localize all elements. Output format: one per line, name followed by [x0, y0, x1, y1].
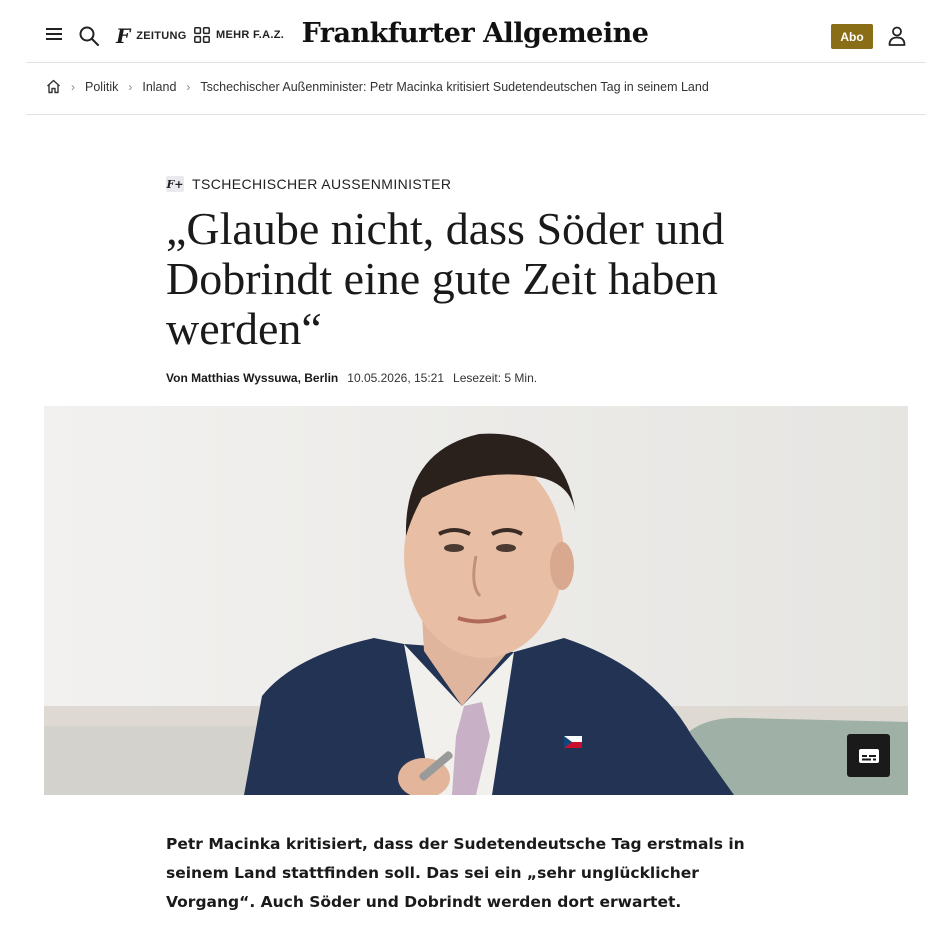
breadcrumb-politik[interactable]: Politik [85, 80, 118, 94]
article-teaser: Petr Macinka kritisiert, dass der Sudete… [166, 835, 745, 911]
header-divider [26, 62, 926, 63]
kicker-text: TSCHECHISCHER AUSSENMINISTER [192, 176, 452, 192]
article-meta: Von Matthias Wyssuwa, Berlin 10.05.2026,… [166, 371, 537, 385]
article-headline: „Glaube nicht, dass Söder und Dobrindt e… [166, 203, 725, 354]
chevron-right-icon: › [186, 79, 191, 94]
top-bar: F ZEITUNG MEHR F.A.Z. Frankfurter Allgem… [0, 0, 950, 62]
article-kicker: F+ TSCHECHISCHER AUSSENMINISTER [166, 176, 451, 192]
breadcrumb: › Politik › Inland › Tschechischer Außen… [46, 79, 709, 94]
chevron-right-icon: › [128, 79, 133, 94]
breadcrumb-inland[interactable]: Inland [142, 80, 176, 94]
caption-toggle-button[interactable] [847, 734, 890, 777]
faz-plus-badge: F+ [166, 176, 184, 192]
article-photo [44, 406, 908, 795]
publish-date: 10.05.2026, 15:21 [347, 371, 445, 385]
breadcrumb-divider [26, 114, 926, 115]
portrait-illustration [44, 406, 908, 795]
faz-logo[interactable]: Frankfurter Allgemeine [0, 18, 950, 49]
reading-time: Lesezeit: 5 Min. [453, 371, 538, 385]
subtitles-icon [858, 748, 879, 763]
user-icon[interactable] [888, 26, 906, 46]
abo-button[interactable]: Abo [831, 24, 873, 49]
breadcrumb-current: Tschechischer Außenminister: Petr Macink… [200, 79, 709, 94]
author-byline[interactable]: Von Matthias Wyssuwa, Berlin [166, 371, 338, 385]
chevron-right-icon: › [71, 79, 75, 94]
home-icon[interactable] [46, 79, 61, 94]
